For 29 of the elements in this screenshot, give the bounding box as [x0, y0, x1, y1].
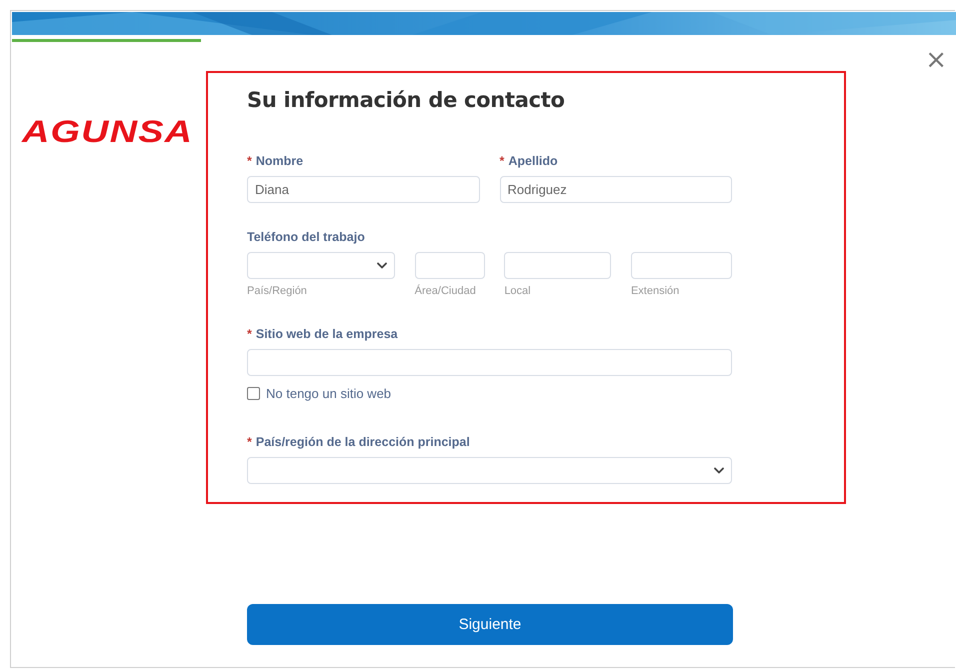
chevron-down-icon: [377, 262, 387, 269]
field-label: Nombre: [256, 154, 304, 168]
chevron-down-icon: [714, 467, 724, 474]
required-asterisk: *: [247, 435, 252, 449]
required-asterisk: *: [247, 327, 252, 341]
text-input[interactable]: Diana: [247, 176, 480, 203]
checkbox-label: No tengo un sitio web: [266, 386, 392, 401]
required-asterisk: *: [500, 154, 504, 168]
required-asterisk: *: [247, 154, 252, 168]
field-label: Teléfono del trabajo: [247, 230, 365, 244]
form-title: Su información de contacto: [247, 87, 566, 114]
text-input[interactable]: [630, 252, 732, 279]
text-input[interactable]: Rodriguez: [500, 176, 732, 203]
company-logo: AGUNSA: [22, 114, 194, 150]
field-caption: Local: [504, 285, 532, 297]
next-button[interactable]: Siguiente: [247, 604, 733, 645]
field-label: Apellido: [508, 154, 558, 168]
field-caption: Área/Ciudad: [414, 285, 477, 297]
website-input[interactable]: [247, 349, 732, 376]
field-caption: Extensión: [630, 285, 680, 297]
text-input[interactable]: [414, 252, 485, 279]
close-button[interactable]: ×: [925, 47, 947, 73]
field-label: País/región de la dirección principal: [256, 435, 470, 449]
text-input[interactable]: [504, 252, 612, 279]
select-field[interactable]: [247, 252, 395, 279]
field-label: Sitio web de la empresa: [256, 327, 398, 341]
checkbox[interactable]: [247, 387, 260, 400]
country-select[interactable]: [247, 457, 732, 484]
field-caption: País/Región: [247, 285, 308, 297]
